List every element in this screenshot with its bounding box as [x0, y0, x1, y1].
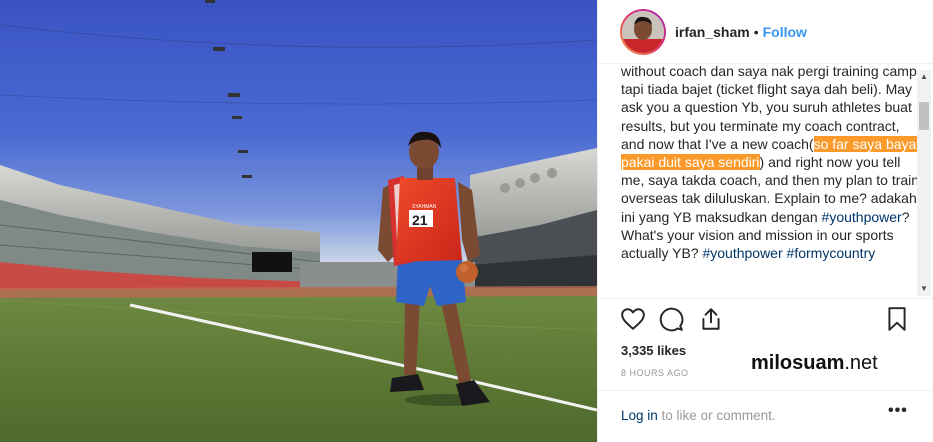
login-prompt-text: to like or comment. [657, 408, 776, 423]
caption-scroll-area[interactable]: without coach dan saya nak pergi trainin… [598, 64, 933, 298]
post-photo: SYAHMAN 21 [0, 0, 597, 442]
action-bar [620, 306, 920, 338]
hashtag-link[interactable]: #youthpower [822, 209, 902, 225]
jersey-number: 21 [412, 212, 428, 228]
caption-scrollbar[interactable]: ▲ ▼ [917, 70, 931, 296]
post-header: irfan_sham • Follow [598, 0, 933, 64]
hashtag-link[interactable]: #youthpower [702, 245, 782, 261]
comment-icon[interactable] [658, 306, 688, 336]
follow-button[interactable]: Follow [763, 24, 807, 40]
share-icon[interactable] [698, 306, 728, 336]
divider [598, 298, 933, 299]
bookmark-icon[interactable] [884, 306, 914, 336]
stadium-athlete-image: SYAHMAN 21 [0, 0, 597, 442]
username[interactable]: irfan_sham [675, 24, 750, 40]
header-separator: • [753, 23, 759, 40]
watermark-main: milosuam [751, 352, 845, 374]
login-prompt: Log in to like or comment. [621, 408, 776, 423]
avatar[interactable] [620, 8, 666, 55]
avatar-image [622, 10, 664, 53]
scroll-up-arrow-icon[interactable]: ▲ [917, 70, 931, 84]
divider [598, 390, 933, 391]
scroll-down-arrow-icon[interactable]: ▼ [917, 282, 931, 296]
hashtag-link[interactable]: #formycountry [787, 245, 876, 261]
heart-icon[interactable] [620, 306, 650, 336]
post-timestamp[interactable]: 8 HOURS AGO [621, 368, 689, 378]
jersey-name: SYAHMAN [412, 204, 437, 210]
like-count[interactable]: 3,335 likes [621, 343, 686, 358]
login-link[interactable]: Log in [621, 408, 658, 423]
watermark: milosuam.net [751, 352, 878, 375]
more-options-icon[interactable]: ••• [888, 402, 908, 420]
watermark-suffix: .net [844, 352, 878, 374]
post-caption: without coach dan saya nak pergi trainin… [621, 64, 921, 262]
post-sidebar: irfan_sham • Follow without coach dan sa… [597, 0, 933, 442]
scrollbar-thumb[interactable] [919, 102, 929, 130]
